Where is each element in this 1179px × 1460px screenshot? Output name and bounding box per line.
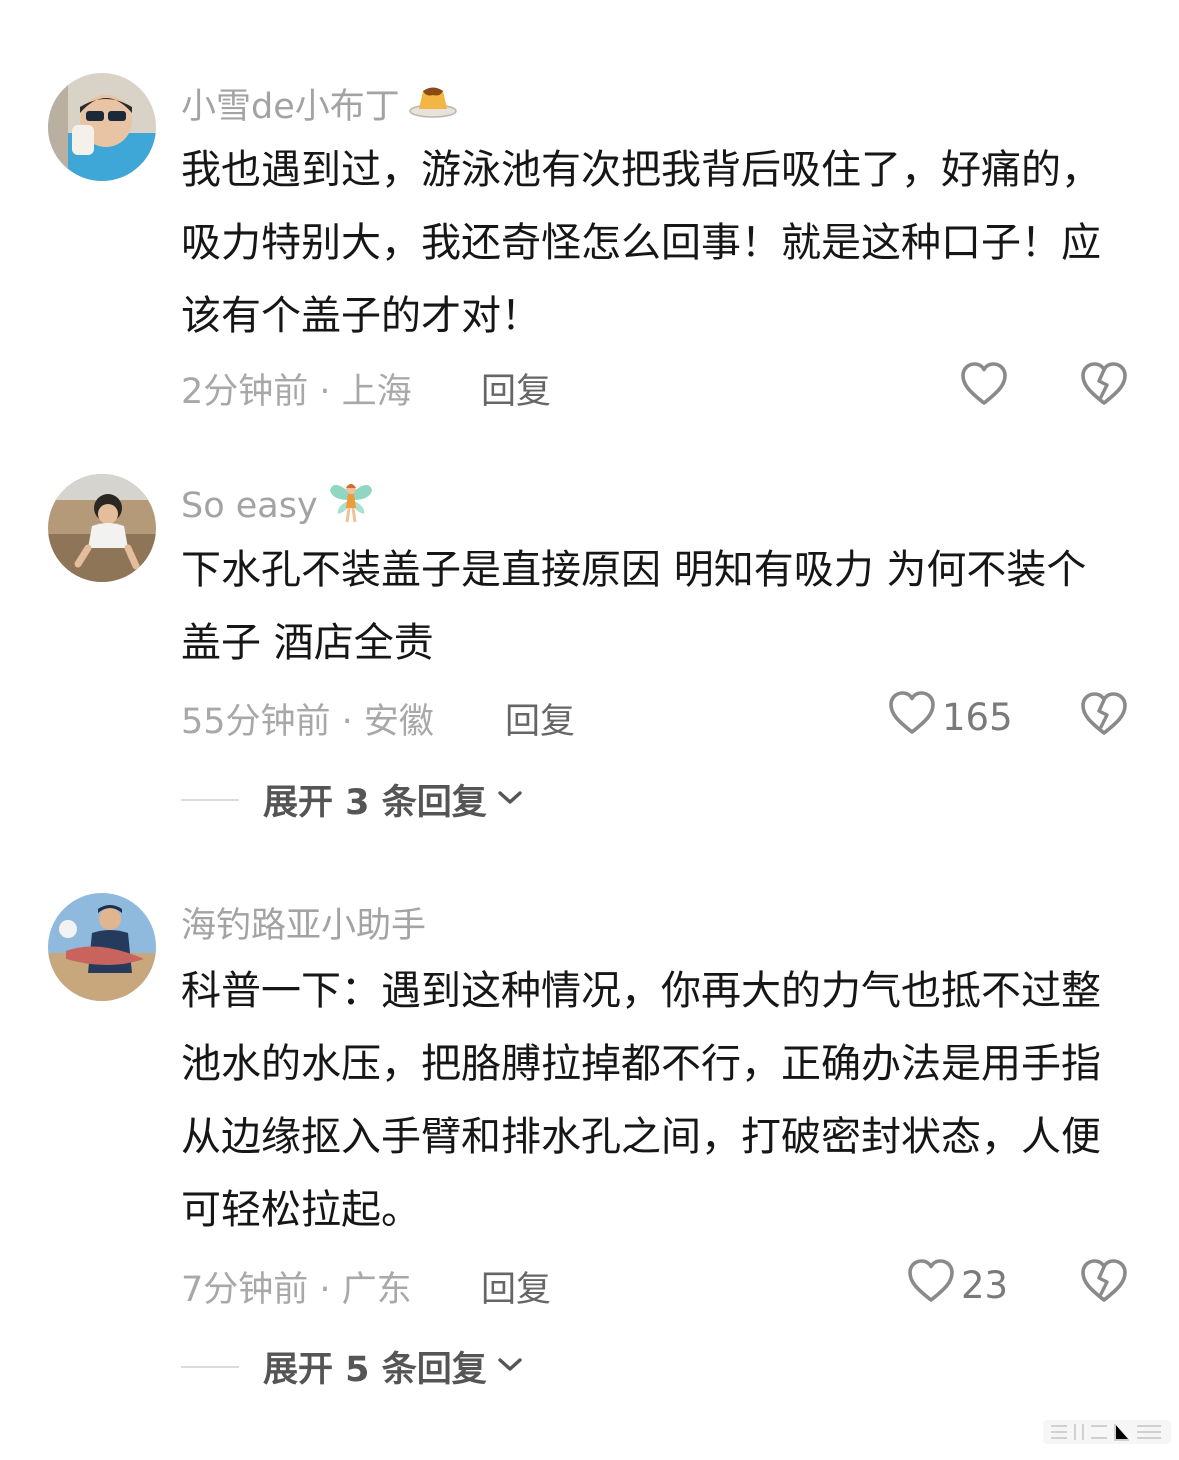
comment-text: 下水孔不装盖子是直接原因 明知有吸力 为何不装个盖子 酒店全责 [181,547,1087,666]
heart-icon [907,1258,955,1313]
username[interactable]: 海钓路亚小助手 [181,897,426,948]
username-text[interactable]: 海钓路亚小助手 [181,897,426,948]
time-location: 7分钟前 · 广东 [181,1270,412,1310]
chevron-down-icon [497,1356,523,1378]
pudding-icon [408,79,458,128]
comment-text: 我也遇到过，游泳池有次把我背后吸住了，好痛的，吸力特别大，我还奇怪怎么回事！就是… [181,147,1101,339]
expand-replies-button[interactable]: 展开 3 条回复 [181,774,523,825]
username-text[interactable]: So easy [181,486,318,526]
like-button[interactable]: 23 [907,1258,1008,1313]
reply-button[interactable]: 回复 [481,1261,551,1312]
broken-heart-icon [1080,1259,1128,1308]
like-count: 23 [961,1264,1009,1307]
like-button[interactable]: 165 [888,690,1013,745]
like-button[interactable] [960,361,1008,416]
divider [181,1365,239,1368]
like-count: 165 [942,696,1013,739]
username[interactable]: So easy [181,476,376,535]
expand-replies-label[interactable]: 展开 3 条回复 [263,774,487,825]
broken-heart-icon [1080,362,1128,411]
avatar[interactable] [48,474,156,582]
heart-icon [960,361,1008,416]
dislike-button[interactable] [1080,691,1128,737]
dislike-button[interactable] [1080,1258,1128,1304]
broken-heart-icon [1080,692,1128,741]
avatar[interactable] [48,73,156,181]
heart-icon [888,690,936,745]
comment-text: 科普一下：遇到这种情况，你再大的力气也抵不过整池水的水压，把胳膊拉掉都不行，正确… [181,968,1101,1233]
time-location: 55分钟前 · 安徽 [181,702,434,742]
reply-button[interactable]: 回复 [505,693,575,744]
username-text[interactable]: 小雪de小布丁 [181,78,400,129]
expand-replies-button[interactable]: 展开 5 条回复 [181,1341,523,1392]
watermark-logo [1043,1418,1171,1446]
time-location: 2分钟前 · 上海 [181,372,412,412]
chevron-down-icon [497,789,523,811]
expand-replies-label[interactable]: 展开 5 条回复 [263,1341,487,1392]
avatar[interactable] [48,893,156,1001]
username[interactable]: 小雪de小布丁 [181,78,458,129]
divider [181,798,239,801]
fairy-icon [326,476,376,535]
reply-button[interactable]: 回复 [481,363,551,414]
dislike-button[interactable] [1080,361,1128,407]
